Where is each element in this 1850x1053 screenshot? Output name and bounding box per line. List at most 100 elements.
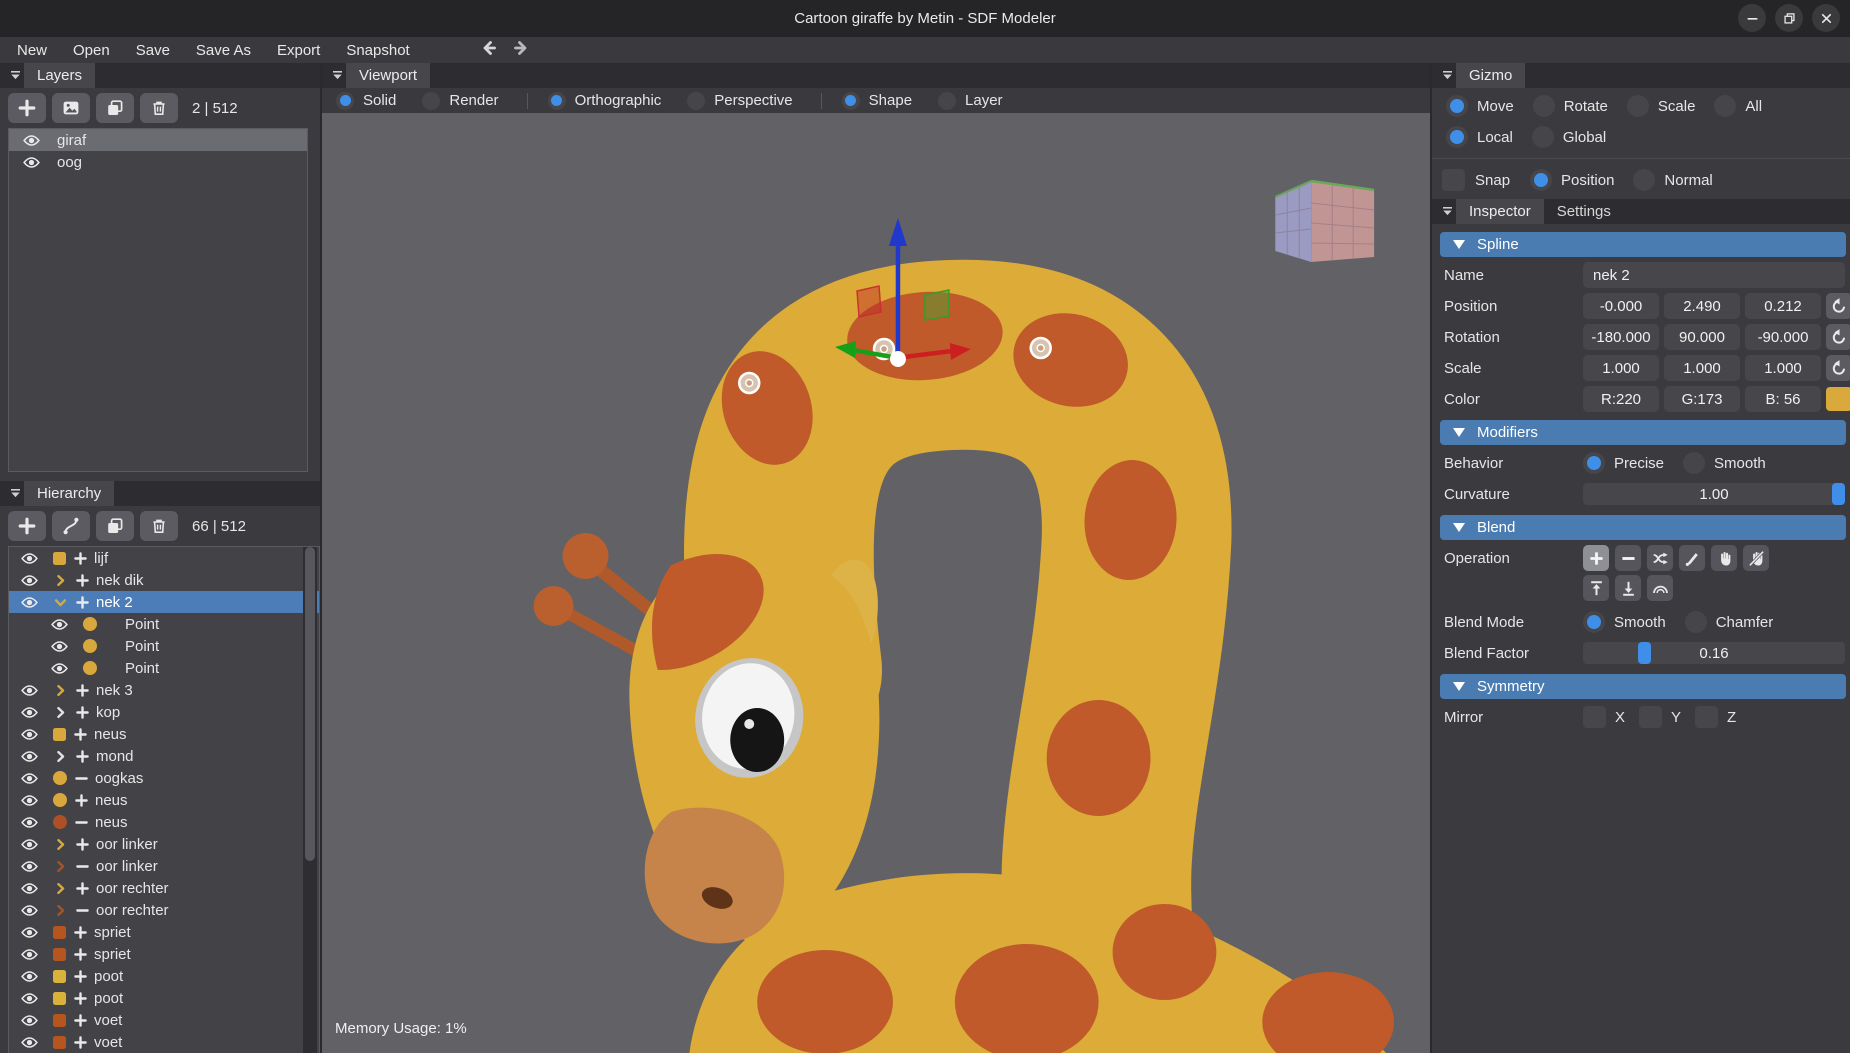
tab-gizmo[interactable]: Gizmo: [1456, 63, 1525, 88]
mirror-z[interactable]: Z: [1695, 706, 1736, 728]
eye-icon[interactable]: [51, 638, 68, 655]
radio-scale[interactable]: Scale: [1627, 95, 1696, 117]
value-field[interactable]: B: 56: [1745, 386, 1821, 412]
color-swatch[interactable]: [1826, 387, 1850, 411]
tab-layers[interactable]: Layers: [24, 63, 95, 88]
value-field[interactable]: -90.000: [1745, 324, 1821, 350]
operation-op-plus-button[interactable]: [1583, 545, 1609, 571]
eye-icon[interactable]: [21, 770, 38, 787]
tab-hierarchy[interactable]: Hierarchy: [24, 481, 114, 506]
tab-viewport[interactable]: Viewport: [346, 63, 430, 88]
mirror-checkbox[interactable]: [1695, 706, 1718, 728]
reset-button[interactable]: [1826, 293, 1850, 319]
radio-smooth[interactable]: Smooth: [1683, 452, 1766, 474]
hierarchy-row[interactable]: voet: [9, 1031, 319, 1053]
radio-all[interactable]: All: [1714, 95, 1762, 117]
layer-row[interactable]: giraf: [9, 129, 307, 151]
hierarchy-row[interactable]: nek 3: [9, 679, 319, 701]
hierarchy-row[interactable]: oor rechter: [9, 899, 319, 921]
image-button[interactable]: [52, 93, 90, 123]
operation-op-minus-button[interactable]: [1615, 545, 1641, 571]
hierarchy-row[interactable]: oor linker: [9, 833, 319, 855]
eye-icon[interactable]: [23, 154, 40, 171]
hierarchy-row[interactable]: poot: [9, 987, 319, 1009]
radio-local[interactable]: Local: [1446, 126, 1513, 148]
radio-render[interactable]: Render: [422, 92, 498, 110]
viewport-canvas[interactable]: Memory Usage: 1%: [322, 113, 1430, 1053]
radio-perspective[interactable]: Perspective: [687, 92, 792, 110]
eye-icon[interactable]: [51, 660, 68, 677]
hierarchy-row[interactable]: oogkas: [9, 767, 319, 789]
section-blend[interactable]: Blend: [1440, 515, 1846, 540]
forward-button[interactable]: [511, 38, 531, 63]
radio-orthographic[interactable]: Orthographic: [548, 92, 662, 110]
hierarchy-row[interactable]: spriet: [9, 921, 319, 943]
operation-hand-slash-button[interactable]: [1743, 545, 1769, 571]
radio-position[interactable]: Position: [1530, 169, 1614, 191]
hierarchy-row[interactable]: spriet: [9, 943, 319, 965]
reset-button[interactable]: [1826, 355, 1850, 381]
eye-icon[interactable]: [21, 1012, 38, 1029]
eye-icon[interactable]: [21, 924, 38, 941]
collapse-icon[interactable]: [330, 63, 346, 88]
eye-icon[interactable]: [21, 990, 38, 1007]
window-maximize-button[interactable]: [1775, 4, 1803, 32]
radio-move[interactable]: Move: [1446, 95, 1514, 117]
plus-button[interactable]: [8, 93, 46, 123]
curvature-slider[interactable]: 1.00: [1583, 483, 1845, 505]
preview-cube[interactable]: [1275, 181, 1374, 262]
radio-normal[interactable]: Normal: [1633, 169, 1712, 191]
collapse-icon[interactable]: [1440, 63, 1456, 88]
operation-shuffle-button[interactable]: [1647, 545, 1673, 571]
value-field[interactable]: G:173: [1664, 386, 1740, 412]
radio-chamfer[interactable]: Chamfer: [1685, 611, 1774, 633]
eye-icon[interactable]: [21, 946, 38, 963]
layers-list[interactable]: girafoog: [8, 128, 308, 472]
mirror-checkbox[interactable]: [1639, 706, 1662, 728]
radio-smooth[interactable]: Smooth: [1583, 611, 1666, 633]
eye-icon[interactable]: [21, 902, 38, 919]
hierarchy-row[interactable]: nek dik: [9, 569, 319, 591]
layer-row[interactable]: oog: [9, 151, 307, 173]
menu-export[interactable]: Export: [264, 42, 333, 59]
back-button[interactable]: [479, 38, 499, 63]
eye-icon[interactable]: [23, 132, 40, 149]
eye-icon[interactable]: [21, 594, 38, 611]
spline-button[interactable]: [52, 511, 90, 541]
hierarchy-row[interactable]: neus: [9, 811, 319, 833]
section-symmetry[interactable]: Symmetry: [1440, 674, 1846, 699]
eye-icon[interactable]: [21, 704, 38, 721]
window-close-button[interactable]: [1812, 4, 1840, 32]
radio-layer[interactable]: Layer: [938, 92, 1003, 110]
trash-button[interactable]: [140, 93, 178, 123]
hierarchy-row[interactable]: nek 2: [9, 591, 319, 613]
eye-icon[interactable]: [21, 968, 38, 985]
snap-checkbox[interactable]: [1442, 169, 1465, 191]
mirror-checkbox[interactable]: [1583, 706, 1606, 728]
trash-button[interactable]: [140, 511, 178, 541]
reset-button[interactable]: [1826, 324, 1850, 350]
radio-solid[interactable]: Solid: [336, 92, 396, 110]
operation-download-bar-button[interactable]: [1615, 575, 1641, 601]
value-field[interactable]: -180.000: [1583, 324, 1659, 350]
eye-icon[interactable]: [21, 1034, 38, 1051]
operation-arc-button[interactable]: [1647, 575, 1673, 601]
hierarchy-row[interactable]: poot: [9, 965, 319, 987]
radio-global[interactable]: Global: [1532, 126, 1606, 148]
window-minimize-button[interactable]: [1738, 4, 1766, 32]
value-field[interactable]: 90.000: [1664, 324, 1740, 350]
hierarchy-list[interactable]: lijfnek diknek 2PointPointPointnek 3kopn…: [8, 546, 320, 1053]
tab-inspector[interactable]: Inspector: [1456, 199, 1544, 224]
eye-icon[interactable]: [21, 858, 38, 875]
titlebar[interactable]: Cartoon giraffe by Metin - SDF Modeler: [0, 0, 1850, 37]
scrollbar-thumb[interactable]: [305, 547, 315, 861]
hierarchy-row[interactable]: lijf: [9, 547, 319, 569]
eye-icon[interactable]: [21, 792, 38, 809]
hierarchy-row[interactable]: Point: [9, 613, 319, 635]
mirror-y[interactable]: Y: [1639, 706, 1681, 728]
hierarchy-row[interactable]: neus: [9, 789, 319, 811]
operation-brush-button[interactable]: [1679, 545, 1705, 571]
hierarchy-row[interactable]: oor rechter: [9, 877, 319, 899]
duplicate-button[interactable]: [96, 93, 134, 123]
value-field[interactable]: 2.490: [1664, 293, 1740, 319]
